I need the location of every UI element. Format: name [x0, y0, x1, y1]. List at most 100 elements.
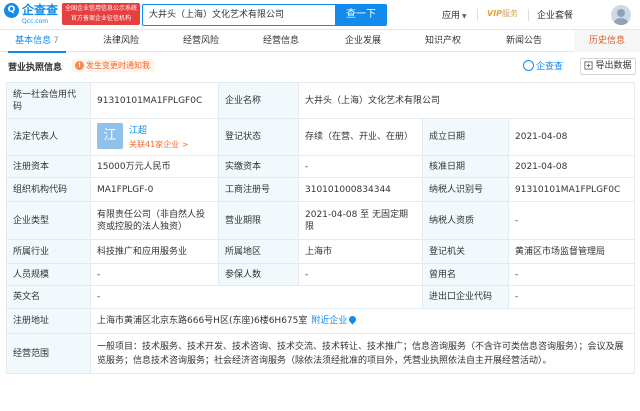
export-label: 导出数据 [595, 61, 632, 71]
credit-code-value: 91310101MA1FPLGF0C [90, 82, 219, 119]
field-label: 纳税人资质 [422, 201, 509, 240]
table-row: 注册地址 上海市黄浦区北京东路666号H区(东座)6楼6H675室 附近企业 [6, 308, 636, 334]
apps-menu[interactable]: 应用 ▼ [442, 8, 467, 21]
table-row: 统一社会信用代码 91310101MA1FPLGF0C 企业名称 大井头（上海）… [6, 82, 636, 119]
table-row: 法定代表人 江 江超 关联41家企业 > 登记状态 存续（在营、开业、在册） 成… [6, 118, 636, 156]
main-tabs: 基本信息 7 法律风险 经营风险 经营信息 企业发展 知识产权 新闻公告 历史信息 [0, 30, 640, 53]
table-row: 注册资本 15000万元人民币 实缴资本 - 核准日期 2021-04-08 [6, 155, 636, 178]
search-button[interactable]: 查一下 [335, 4, 387, 26]
approved-value: 2021-04-08 [507, 155, 636, 178]
tab-history[interactable]: 历史信息 [574, 30, 640, 52]
taxpayer-qual-value: - [507, 201, 636, 240]
field-label: 进出口企业代码 [422, 285, 509, 309]
apps-label: 应用 [442, 11, 461, 21]
top-bar: Q 企查查 Qcc.com 全国企业信用信息公示系统 官方备案企业征信机构 大井… [0, 0, 640, 30]
alert-icon: ! [75, 61, 84, 70]
divider [528, 9, 529, 21]
field-label: 营业期限 [218, 201, 299, 240]
tab-count: 7 [53, 36, 59, 46]
tab-basic-info[interactable]: 基本信息 7 [8, 30, 66, 53]
address-value: 上海市黄浦区北京东路666号H区(东座)6楼6H675室 [97, 316, 308, 326]
field-label: 曾用名 [422, 263, 509, 286]
field-label: 法定代表人 [6, 118, 91, 156]
legal-rep-cell: 江 江超 关联41家企业 > [90, 118, 219, 156]
tab-legal-risk[interactable]: 法律风险 [92, 30, 150, 52]
related-companies-link[interactable]: 关联41家企业 > [129, 139, 188, 151]
divider [477, 9, 478, 21]
chevron-down-icon: ▼ [462, 13, 467, 20]
tab-ip[interactable]: 知识产权 [414, 30, 472, 52]
logo-text: 企查查 [22, 3, 59, 17]
qcc-logo[interactable]: Q 企查查 Qcc.com [4, 2, 60, 26]
address-cell: 上海市黄浦区北京东路666号H区(东座)6楼6H675室 附近企业 [89, 308, 636, 334]
field-label: 参保人数 [218, 263, 299, 286]
reg-capital-value: 15000万元人民币 [90, 155, 219, 178]
logo-subtext: Qcc.com [22, 18, 49, 25]
search-input[interactable]: 大井头（上海）文化艺术有限公司 [142, 4, 335, 26]
ie-code-value: - [507, 285, 636, 309]
org-code-value: MA1FPLGF-0 [90, 177, 219, 202]
change-notify-label: 发生变更时通知我 [86, 61, 150, 70]
field-label: 英文名 [6, 285, 91, 309]
industry-value: 科技推广和应用服务业 [90, 239, 219, 264]
company-type-value: 有限责任公司（非自然人投资或控股的法人独资） [90, 201, 219, 240]
table-row: 人员规模 - 参保人数 - 曾用名 - [6, 263, 636, 286]
map-pin-icon[interactable] [347, 314, 358, 325]
field-label: 纳税人识别号 [422, 177, 509, 202]
change-notify-button[interactable]: ! 发生变更时通知我 [72, 59, 155, 72]
status-value: 存续（在营、开业、在册） [298, 118, 423, 156]
taxpayer-id-value: 91310101MA1FPLGF0C [507, 177, 636, 202]
legal-rep-name-link[interactable]: 江超 [129, 125, 147, 137]
insured-value: - [298, 263, 423, 286]
biz-term-value: 2021-04-08 至 无固定期限 [298, 201, 423, 240]
table-row: 经营范围 一般项目：技术服务、技术开发、技术咨询、技术交流、技术转让、技术推广；… [6, 333, 636, 374]
field-label: 注册地址 [6, 308, 91, 334]
business-license-table: 统一社会信用代码 91310101MA1FPLGF0C 企业名称 大井头（上海）… [6, 82, 636, 374]
field-label: 所属地区 [218, 239, 299, 264]
reg-authority-value: 黄浦区市场监督管理局 [507, 239, 636, 264]
tab-label: 基本信息 [15, 36, 52, 46]
qcc-logo-icon [523, 60, 534, 71]
qcc-watermark: 企查查 [523, 59, 563, 72]
paid-capital-value: - [298, 155, 423, 178]
field-label: 统一社会信用代码 [6, 82, 91, 119]
legal-rep-avatar[interactable]: 江 [97, 123, 123, 149]
english-name-value: - [90, 285, 423, 309]
staff-size-value: - [90, 263, 219, 286]
field-label: 注册资本 [6, 155, 91, 178]
field-label: 工商注册号 [218, 177, 299, 202]
founded-value: 2021-04-08 [507, 118, 636, 156]
region-value: 上海市 [298, 239, 423, 264]
table-row: 组织机构代码 MA1FPLGF-0 工商注册号 310101000834344 … [6, 177, 636, 202]
field-label: 登记状态 [218, 118, 299, 156]
table-row: 所属行业 科技推广和应用服务业 所属地区 上海市 登记机关 黄浦区市场监督管理局 [6, 239, 636, 264]
field-label: 人员规模 [6, 263, 91, 286]
vip-label: VIP [487, 9, 503, 18]
suite-link[interactable]: 企业套餐 [537, 8, 573, 21]
export-button[interactable]: 导出数据 [580, 58, 636, 75]
field-label: 经营范围 [6, 333, 91, 374]
field-label: 企业类型 [6, 201, 91, 240]
field-label: 所属行业 [6, 239, 91, 264]
vip-service-link[interactable]: VIP服务 [487, 8, 518, 19]
table-row: 英文名 - 进出口企业代码 - [6, 285, 636, 309]
field-label: 登记机关 [422, 239, 509, 264]
vip-service-label: 服务 [502, 9, 519, 18]
tab-development[interactable]: 企业发展 [334, 30, 392, 52]
tab-operating-info[interactable]: 经营信息 [252, 30, 310, 52]
scope-value: 一般项目：技术服务、技术开发、技术咨询、技术交流、技术转让、技术推广；信息咨询服… [89, 333, 636, 374]
official-badge: 全国企业信用信息公示系统 官方备案企业征信机构 [62, 3, 140, 25]
section-header: 营业执照信息 ! 发生变更时通知我 企查查 导出数据 [0, 53, 640, 79]
export-icon [584, 61, 594, 70]
logo-icon: Q [4, 3, 19, 18]
field-label: 组织机构代码 [6, 177, 91, 202]
tab-news[interactable]: 新闻公告 [495, 30, 553, 52]
section-title: 营业执照信息 [8, 63, 63, 73]
user-avatar[interactable] [611, 5, 631, 25]
field-label: 实缴资本 [218, 155, 299, 178]
biz-reg-no-value: 310101000834344 [298, 177, 423, 202]
nearby-companies-link[interactable]: 附近企业 [311, 316, 347, 326]
field-label: 企业名称 [218, 82, 299, 119]
tab-operating-risk[interactable]: 经营风险 [172, 30, 230, 52]
qcc-watermark-text: 企查查 [536, 62, 564, 72]
